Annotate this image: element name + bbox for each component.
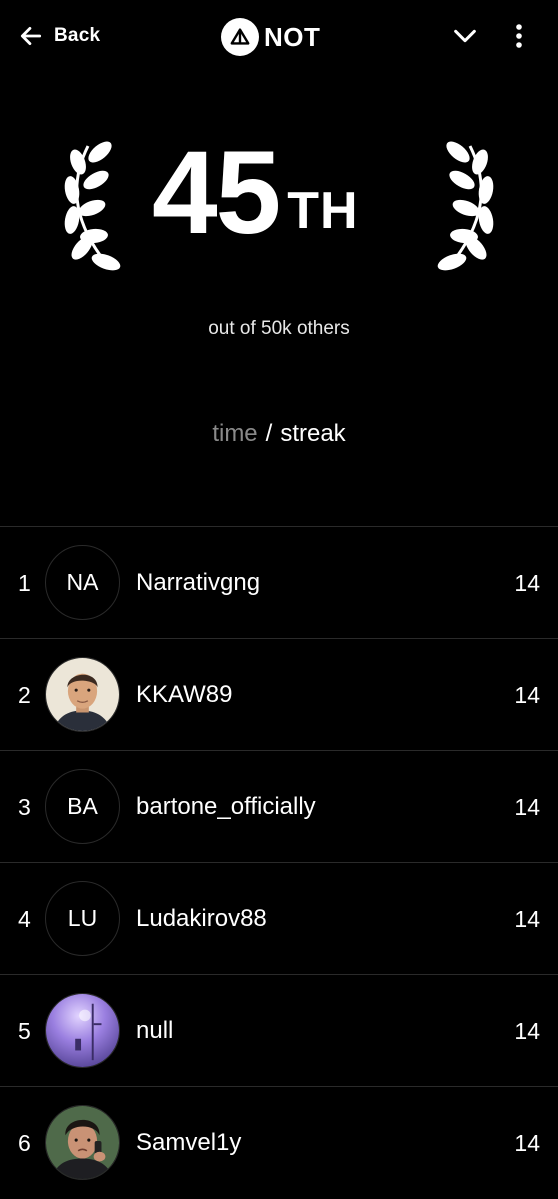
leaderboard-row[interactable]: 5 null 14 [0, 974, 558, 1086]
toggle-separator: / [265, 420, 273, 447]
rank-subtitle: out of 50k others [208, 318, 350, 339]
avatar: BA [45, 769, 120, 844]
leaderboard-row[interactable]: 3 BA bartone_officially 14 [0, 750, 558, 862]
back-button[interactable]: Back [18, 20, 100, 52]
row-score: 14 [514, 794, 540, 820]
avatar [45, 1105, 120, 1180]
arrow-left-icon [20, 27, 42, 45]
row-score: 14 [514, 906, 540, 932]
avatar-initials: NA [66, 569, 99, 595]
avatar [45, 993, 120, 1068]
row-rank: 2 [18, 682, 31, 708]
row-username: KKAW89 [136, 681, 233, 708]
rank-suffix: TH [287, 182, 359, 240]
toggle-time[interactable]: time [212, 420, 257, 447]
brand-logo: NOT [221, 18, 320, 56]
row-username: Ludakirov88 [136, 905, 267, 932]
not-logo-icon [221, 18, 259, 56]
avatar: LU [45, 881, 120, 956]
laurel-right-icon [437, 141, 494, 271]
more-menu-icon[interactable] [507, 20, 531, 52]
row-username: bartone_officially [136, 793, 316, 820]
avatar-initials: BA [67, 793, 98, 819]
row-username: null [136, 1017, 174, 1044]
row-score: 14 [514, 682, 540, 708]
portrait-man-icon [46, 658, 119, 731]
mode-toggle: time / streak [0, 420, 558, 448]
rank-number: 45 [152, 127, 281, 259]
leaderboard-row[interactable]: 2 KKAW89 14 [0, 638, 558, 750]
leaderboard-list: 1 NA Narrativgng 14 2 KKAW89 14 3 BA bar… [0, 526, 558, 1198]
row-rank: 6 [18, 1130, 31, 1156]
chevron-down-icon[interactable] [451, 22, 479, 50]
row-username: Narrativgng [136, 569, 261, 596]
row-rank: 1 [18, 570, 31, 596]
avatar-initials: LU [67, 905, 98, 931]
row-username: Samvel1y [136, 1129, 242, 1156]
row-score: 14 [514, 1130, 540, 1156]
laurel-left-icon [64, 141, 121, 271]
portrait-man-phone-icon [46, 1106, 119, 1179]
row-rank: 5 [18, 1018, 31, 1044]
leaderboard-row[interactable]: 6 Samvel1y 14 [0, 1086, 558, 1198]
purple-street-photo-icon [46, 994, 119, 1067]
leaderboard-row[interactable]: 1 NA Narrativgng 14 [0, 526, 558, 638]
back-label: Back [54, 25, 101, 46]
avatar: NA [45, 545, 120, 620]
row-rank: 4 [18, 906, 31, 932]
avatar [45, 657, 120, 732]
toggle-streak[interactable]: streak [280, 420, 345, 447]
rank-display: 45 TH [152, 127, 359, 259]
row-rank: 3 [18, 794, 31, 820]
row-score: 14 [514, 1018, 540, 1044]
top-bar: Back NOT [0, 0, 558, 72]
brand-name: NOT [264, 21, 321, 52]
leaderboard-row[interactable]: 4 LU Ludakirov88 14 [0, 862, 558, 974]
row-score: 14 [514, 570, 540, 596]
